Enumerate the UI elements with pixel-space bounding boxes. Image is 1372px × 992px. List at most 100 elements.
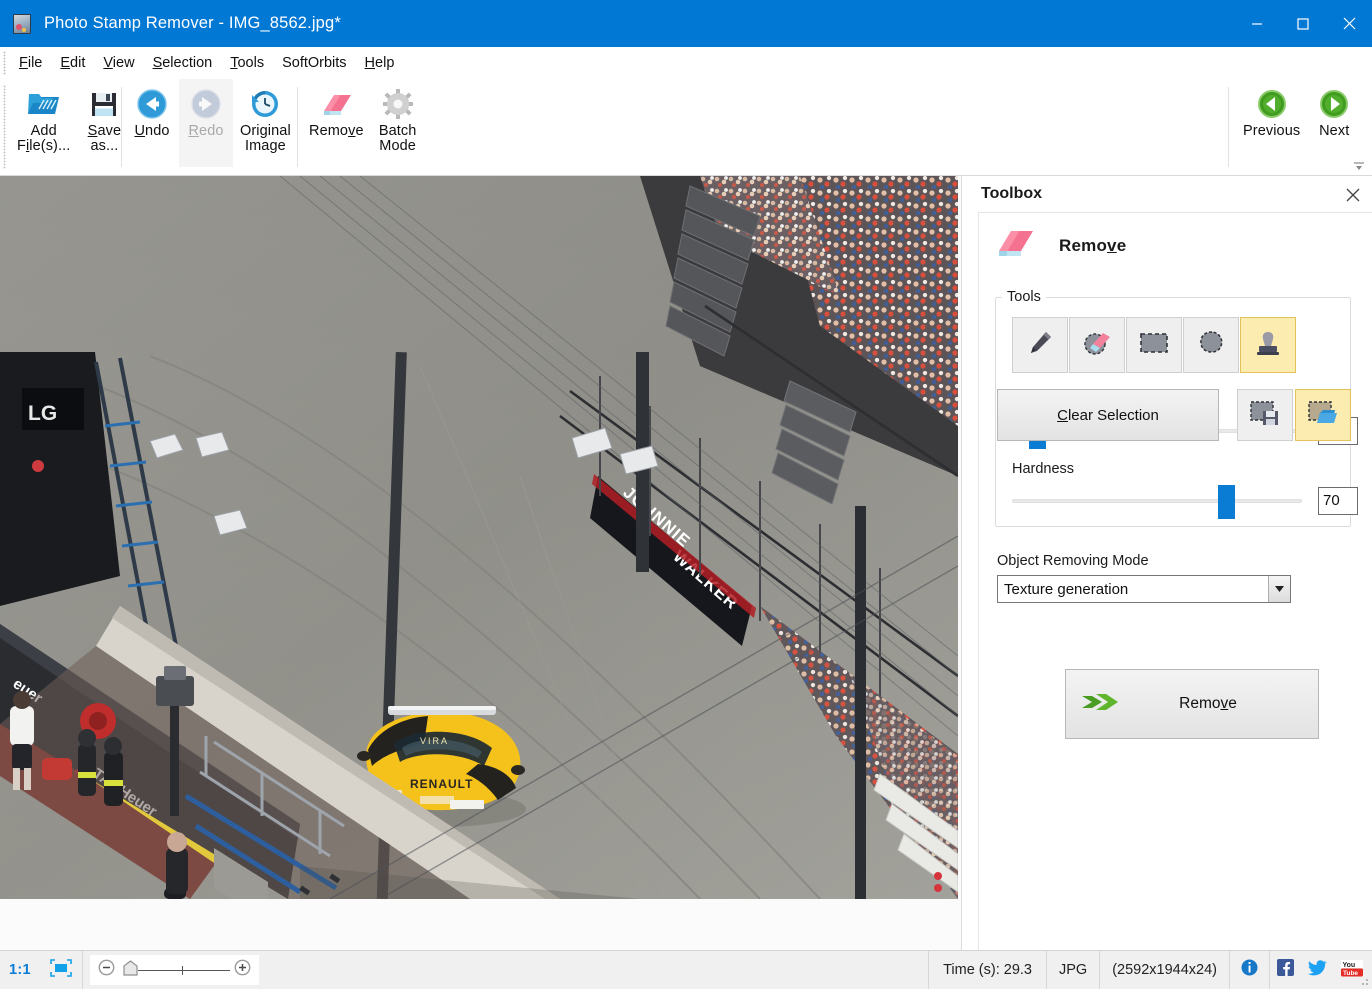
object-removing-mode-select[interactable]: Texture generation (997, 575, 1291, 603)
load-selection-button[interactable] (1295, 389, 1351, 441)
stamp-tool-button[interactable] (1240, 317, 1296, 373)
hardness-label: Hardness (1012, 461, 1075, 477)
window-controls (1234, 0, 1372, 47)
object-removing-mode-value: Texture generation (1004, 580, 1129, 598)
lasso-icon (1196, 328, 1226, 363)
menu-view[interactable]: View (94, 52, 143, 74)
load-selection-icon (1307, 399, 1339, 432)
original-image-label: Original Image (240, 123, 291, 154)
save-as-label: Save as... (87, 123, 122, 154)
toolbox-body: Remove Tools Hardness 70 Clear Selection… (978, 212, 1372, 950)
zoom-ratio-cell[interactable]: 1:1 (0, 951, 40, 989)
svg-text:VIRA: VIRA (420, 736, 449, 746)
resize-grip[interactable] (1357, 974, 1370, 987)
toolbar-group-file: Add File(s)... Save as... (10, 79, 131, 175)
toolbar-group-actions: Remove Batch Mode (302, 79, 425, 175)
toolbox-close-icon[interactable] (1342, 184, 1364, 206)
svg-text:You: You (1343, 962, 1356, 969)
toolbar-separator-1 (121, 87, 122, 167)
redo-arrow-icon (190, 88, 222, 120)
twitter-icon (1308, 959, 1327, 981)
clear-selection-button[interactable]: Clear Selection (997, 389, 1219, 441)
undo-arrow-icon (136, 88, 168, 120)
fit-to-window-icon (49, 958, 73, 983)
close-button[interactable] (1326, 0, 1372, 47)
zoom-out-icon[interactable] (98, 959, 115, 981)
toolbar-overflow-icon[interactable] (1352, 160, 1366, 172)
stamp-icon (1253, 328, 1283, 363)
time-label: Time (s): 29.3 (943, 962, 1032, 978)
open-folder-icon (26, 88, 62, 120)
fit-to-window-button[interactable] (40, 951, 82, 989)
remove-action-button[interactable]: Remove (1065, 669, 1319, 739)
eraser-tool-button[interactable] (1069, 317, 1125, 373)
marker-tool-button[interactable] (1012, 317, 1068, 373)
menu-help[interactable]: Help (356, 52, 404, 74)
format-label: JPG (1058, 962, 1088, 978)
menu-file[interactable]: File (10, 52, 51, 74)
lasso-select-tool-button[interactable] (1183, 317, 1239, 373)
status-divider-1 (81, 951, 83, 989)
batch-mode-label: Batch Mode (378, 123, 417, 154)
add-files-button[interactable]: Add File(s)... (10, 79, 77, 167)
eraser-circle-icon (1081, 328, 1113, 363)
toolbar-group-history: Undo Redo Original Image (125, 79, 298, 175)
menu-selection[interactable]: Selection (144, 52, 222, 74)
green-double-arrow-icon (1080, 688, 1120, 720)
zoom-in-icon[interactable] (234, 959, 251, 981)
clock-history-icon (249, 88, 281, 120)
eraser-icon (993, 225, 1037, 266)
gear-icon (382, 88, 414, 120)
green-left-arrow-icon (1257, 88, 1287, 120)
menu-tools[interactable]: Tools (221, 52, 273, 74)
toolbar-separator-3 (1228, 87, 1229, 167)
info-button[interactable] (1230, 951, 1269, 989)
undo-button[interactable]: Undo (125, 79, 179, 167)
main-toolbar: Add File(s)... Save as... Undo Redo Orig… (0, 79, 1372, 176)
menu-softorbits[interactable]: SoftOrbits (273, 52, 355, 74)
photo-image[interactable]: JOHNNIE WALKER LG VIRA RENAULT euer (0, 176, 958, 899)
save-selection-icon (1249, 399, 1281, 432)
green-right-arrow-icon (1319, 88, 1349, 120)
redo-button[interactable]: Redo (179, 79, 233, 167)
original-image-button[interactable]: Original Image (233, 79, 298, 167)
clear-selection-label: Clear Selection (1057, 406, 1159, 424)
zoom-slider[interactable] (89, 955, 259, 985)
maximize-button[interactable] (1280, 0, 1326, 47)
eraser-icon (318, 88, 354, 120)
app-icon (13, 13, 31, 34)
twitter-button[interactable] (1301, 951, 1334, 989)
hardness-slider-thumb[interactable] (1218, 485, 1235, 519)
zoom-home-handle-icon[interactable] (123, 959, 138, 981)
zoom-track[interactable] (137, 965, 230, 975)
chevron-down-icon[interactable] (1268, 576, 1290, 602)
menu-edit[interactable]: Edit (51, 52, 94, 74)
minimize-button[interactable] (1234, 0, 1280, 47)
save-as-button[interactable]: Save as... (77, 79, 131, 167)
toolbar-separator-2 (297, 87, 298, 167)
tools-row (1012, 317, 1297, 373)
hardness-value[interactable]: 70 (1318, 487, 1358, 515)
previous-button[interactable]: Previous (1236, 79, 1307, 167)
time-cell: Time (s): 29.3 (929, 951, 1046, 989)
zoom-ratio-label: 1:1 (9, 962, 31, 978)
batch-mode-button[interactable]: Batch Mode (371, 79, 425, 167)
remove-section-title: Remove (1059, 235, 1127, 255)
dimensions-label: (2592x1944x24) (1112, 962, 1217, 978)
toolbox-panel: Toolbox Remove Tools Hardness 70 Clear S… (962, 176, 1372, 950)
status-bar: 1:1 Time (s): 29.3 JPG (2592x1944x24) Yo… (0, 950, 1372, 989)
rectangle-select-tool-button[interactable] (1126, 317, 1182, 373)
next-button[interactable]: Next (1307, 79, 1361, 167)
remove-toolbar-button[interactable]: Remove (302, 79, 371, 167)
image-canvas[interactable]: JOHNNIE WALKER LG VIRA RENAULT euer (0, 176, 962, 950)
facebook-button[interactable] (1270, 951, 1301, 989)
remove-action-label: Remove (1179, 695, 1237, 712)
save-selection-button[interactable] (1237, 389, 1293, 441)
add-files-label: Add File(s)... (17, 123, 71, 154)
menu-bar: File Edit View Selection Tools SoftOrbit… (0, 47, 1372, 79)
hardness-slider-track[interactable] (1012, 499, 1302, 503)
format-cell: JPG (1047, 951, 1099, 989)
undo-label: Undo (134, 123, 170, 139)
next-label: Next (1319, 123, 1350, 139)
toolbox-title: Toolbox (981, 185, 1043, 202)
